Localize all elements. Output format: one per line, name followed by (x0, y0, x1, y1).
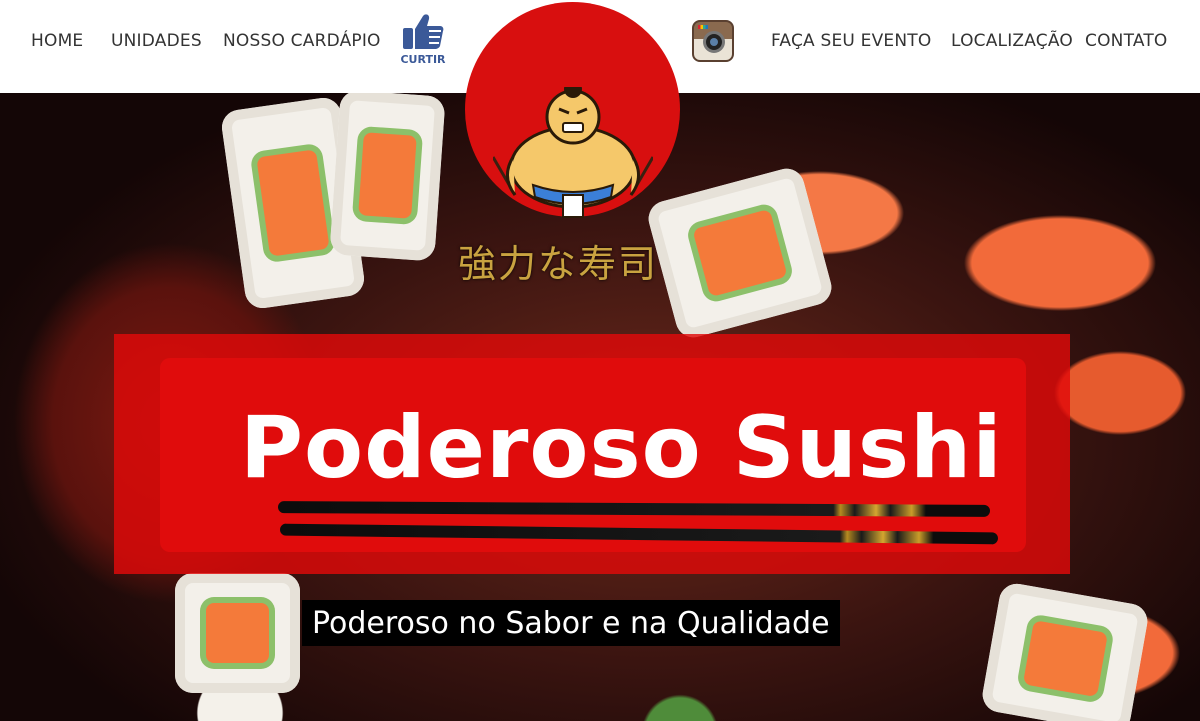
sushi-roll-image (644, 164, 836, 342)
nav-home[interactable]: HOME (31, 31, 83, 51)
sushi-roll-image (979, 580, 1151, 721)
nav-unidades[interactable]: UNIDADES (111, 31, 202, 51)
chopstick-graphic (279, 523, 999, 545)
nav-contato[interactable]: CONTATO (1085, 31, 1168, 51)
site-logo[interactable] (465, 2, 680, 218)
facebook-like-button[interactable]: CURTIR (400, 13, 446, 75)
instagram-stripe (698, 25, 708, 29)
nav-faca-seu-evento[interactable]: FAÇA SEU EVENTO (771, 31, 931, 51)
instagram-lens (703, 31, 725, 53)
sumo-wrestler-icon (493, 87, 653, 218)
nav-cardapio[interactable]: NOSSO CARDÁPIO (223, 31, 381, 51)
sushi-roll-image (175, 573, 300, 693)
logo-kanji: 強力な寿司 (458, 242, 659, 286)
hero-tagline: Poderoso no Sabor e na Qualidade (302, 600, 840, 646)
instagram-icon[interactable] (692, 20, 734, 62)
brand-title: Poderoso Sushi (240, 398, 1003, 498)
brand-banner: Poderoso Sushi (114, 334, 1070, 574)
brand-logo-panel: Poderoso Sushi (160, 358, 1026, 552)
sushi-roll-image (329, 93, 446, 262)
chopstick-graphic (277, 501, 991, 517)
nav-localizacao[interactable]: LOCALIZAÇÃO (951, 31, 1073, 51)
like-label: CURTIR (400, 53, 446, 66)
thumbs-up-icon (403, 14, 444, 49)
